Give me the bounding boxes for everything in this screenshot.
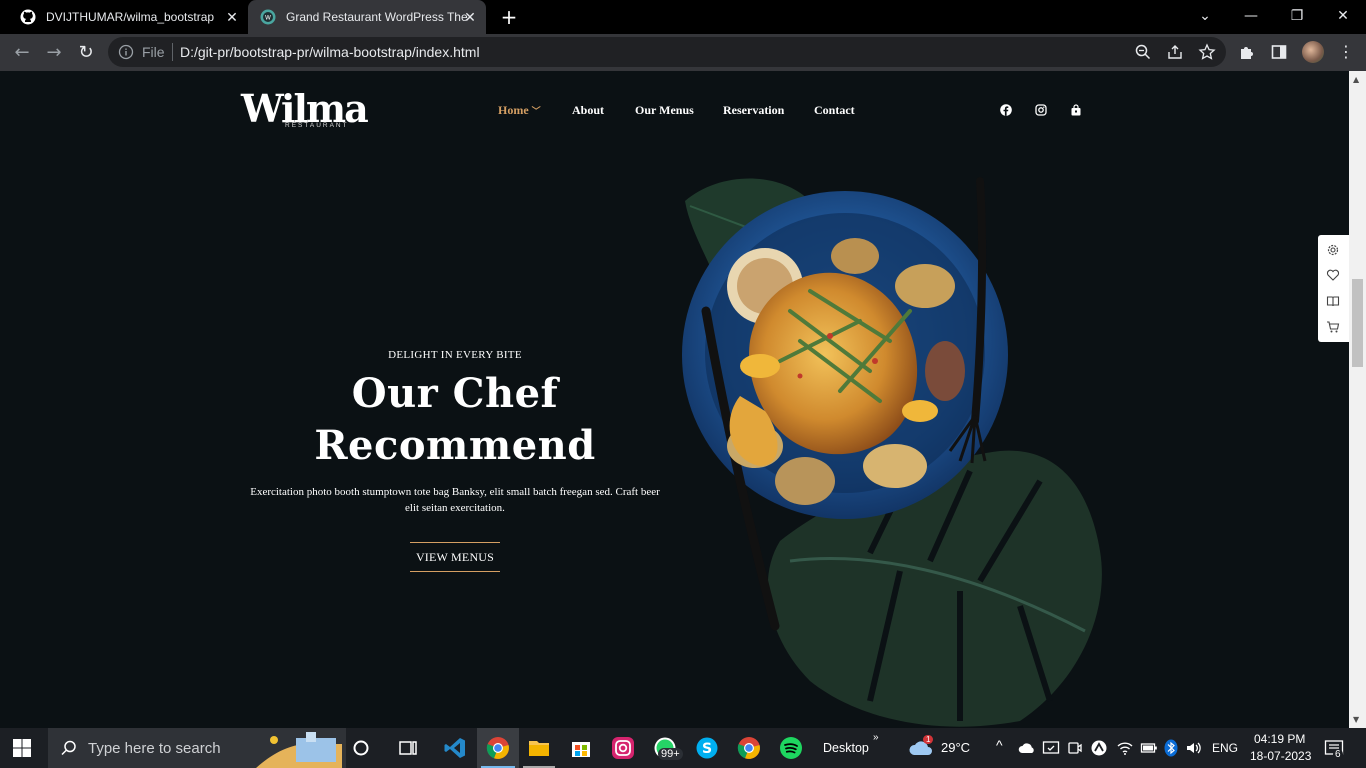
- input-language[interactable]: ENG: [1212, 741, 1238, 755]
- hero-headline: Our Chef Recommend: [244, 368, 666, 472]
- nav-home[interactable]: Home ﹀: [498, 103, 541, 118]
- battery-icon[interactable]: [1140, 740, 1158, 756]
- tab-github[interactable]: DVIJTHUMAR/wilma_bootstrap ✕: [8, 0, 248, 34]
- browser-tab-strip: DVIJTHUMAR/wilma_bootstrap ✕ W Grand Res…: [0, 0, 1366, 34]
- hero-headline-line-1: Our Chef: [351, 370, 559, 417]
- instagram-icon[interactable]: [1035, 104, 1047, 116]
- search-placeholder: Type here to search: [88, 740, 221, 757]
- bluetooth-icon[interactable]: [1164, 739, 1178, 757]
- cart-icon[interactable]: [1326, 320, 1340, 334]
- side-tools-panel: [1318, 235, 1349, 342]
- tab-restaurant[interactable]: W Grand Restaurant WordPress The ✕: [248, 0, 486, 34]
- display-projector-icon[interactable]: [1042, 739, 1060, 757]
- camera-meet-icon[interactable]: [1067, 739, 1083, 757]
- instagram-app-icon[interactable]: [611, 736, 635, 760]
- clock-time[interactable]: 04:19 PM: [1254, 732, 1305, 746]
- page-scrollbar[interactable]: ▲ ▼: [1349, 71, 1366, 728]
- scroll-up-arrow-icon[interactable]: ▲: [1353, 75, 1359, 84]
- svg-text:S: S: [702, 741, 712, 757]
- bookmark-star-icon[interactable]: [1198, 43, 1216, 61]
- wifi-icon[interactable]: [1116, 740, 1134, 756]
- page-viewport: Wilma RESTAURANT Home ﹀ About Our Menus …: [0, 71, 1349, 728]
- settings-icon[interactable]: [1326, 243, 1340, 257]
- zoom-icon[interactable]: [1134, 43, 1152, 61]
- chrome-icon[interactable]: [486, 736, 510, 760]
- taskbar-search-box[interactable]: Type here to search: [48, 728, 346, 768]
- hero-headline-line-2: Recommend: [314, 422, 596, 469]
- address-bar[interactable]: File D:/git-pr/bootstrap-pr/wilma-bootst…: [108, 37, 1226, 67]
- chevron-down-icon: ﹀: [531, 106, 541, 116]
- site-logo[interactable]: Wilma RESTAURANT: [241, 89, 369, 130]
- menu-kebab-icon[interactable]: ⋮: [1336, 42, 1356, 62]
- browser-toolbar: ← → ↻ File D:/git-pr/bootstrap-pr/wilma-…: [0, 34, 1366, 71]
- close-tab-icon[interactable]: ✕: [462, 9, 478, 25]
- nav-about[interactable]: About: [572, 103, 604, 118]
- restore-button[interactable]: ❐: [1274, 0, 1320, 32]
- hero-eyebrow: DELIGHT IN EVERY BITE: [388, 349, 522, 361]
- desktop-toolbar-label[interactable]: Desktop: [823, 741, 869, 755]
- tab-title: Grand Restaurant WordPress The: [286, 10, 468, 24]
- cortana-icon[interactable]: [349, 736, 373, 760]
- view-menus-button[interactable]: VIEW MENUS: [409, 542, 501, 572]
- hero-description: Exercitation photo booth stumptown tote …: [250, 486, 660, 514]
- tab-search-chevron-icon[interactable]: ⌄: [1182, 0, 1228, 32]
- share-icon[interactable]: [1166, 43, 1184, 61]
- new-tab-button[interactable]: +: [498, 7, 520, 29]
- vpn-shield-icon[interactable]: [1090, 739, 1108, 757]
- reload-button[interactable]: ↻: [74, 41, 98, 65]
- show-hidden-icons-chevron-icon[interactable]: ^: [996, 737, 1003, 753]
- info-icon[interactable]: [118, 44, 134, 60]
- book-icon[interactable]: [1326, 294, 1340, 308]
- profile-avatar[interactable]: [1302, 41, 1324, 63]
- chrome-profile-icon[interactable]: [737, 736, 761, 760]
- task-view-icon[interactable]: [396, 736, 420, 760]
- scrollbar-thumb[interactable]: [1352, 279, 1363, 367]
- search-icon: [61, 740, 76, 756]
- file-explorer-icon[interactable]: [527, 736, 551, 760]
- nav-contact[interactable]: Contact: [814, 103, 855, 118]
- cart-bag-icon[interactable]: [1070, 104, 1082, 116]
- weather-temperature[interactable]: 29°C: [941, 740, 970, 755]
- nav-reservation[interactable]: Reservation: [723, 103, 784, 118]
- divider: [172, 43, 173, 61]
- volume-icon[interactable]: [1185, 740, 1203, 756]
- site-favicon: W: [260, 9, 276, 25]
- logo-tagline: RESTAURANT: [285, 122, 349, 129]
- url-text[interactable]: D:/git-pr/bootstrap-pr/wilma-bootstrap/i…: [180, 44, 480, 60]
- spotify-icon[interactable]: [779, 736, 803, 760]
- windows-start-icon[interactable]: [12, 738, 32, 758]
- extensions-puzzle-icon[interactable]: [1238, 43, 1256, 61]
- heart-icon[interactable]: [1326, 268, 1340, 282]
- forward-button[interactable]: →: [42, 41, 66, 65]
- chevron-double-right-icon[interactable]: »: [873, 732, 879, 743]
- skype-icon[interactable]: S: [695, 736, 719, 760]
- hero-food-image: [682, 177, 1102, 727]
- github-icon: [20, 9, 36, 25]
- notification-count: 6: [1333, 749, 1343, 760]
- scroll-down-arrow-icon[interactable]: ▼: [1353, 715, 1359, 724]
- hero-text-block: DELIGHT IN EVERY BITE Our Chef Recommend…: [244, 349, 666, 572]
- close-tab-icon[interactable]: ✕: [224, 9, 240, 25]
- whatsapp-badge: 99+: [658, 748, 683, 760]
- close-window-button[interactable]: ✕: [1320, 0, 1366, 32]
- svg-text:W: W: [265, 15, 271, 22]
- microsoft-store-icon[interactable]: [569, 736, 593, 760]
- nav-home-label: Home: [498, 103, 529, 117]
- scheme-label: File: [142, 44, 165, 60]
- minimize-button[interactable]: —: [1228, 0, 1274, 32]
- tab-title: DVIJTHUMAR/wilma_bootstrap: [46, 10, 215, 24]
- windows-taskbar: Type here to search 99+ S Desktop » 1 29…: [0, 728, 1366, 768]
- clock-date[interactable]: 18-07-2023: [1250, 749, 1311, 763]
- side-panel-icon[interactable]: [1270, 43, 1288, 61]
- nav-our-menus[interactable]: Our Menus: [635, 103, 694, 118]
- vscode-icon[interactable]: [443, 736, 467, 760]
- search-highlight-illustration: [256, 732, 342, 768]
- onedrive-icon[interactable]: [1018, 740, 1036, 756]
- back-button[interactable]: ←: [10, 41, 34, 65]
- facebook-icon[interactable]: [1000, 104, 1012, 116]
